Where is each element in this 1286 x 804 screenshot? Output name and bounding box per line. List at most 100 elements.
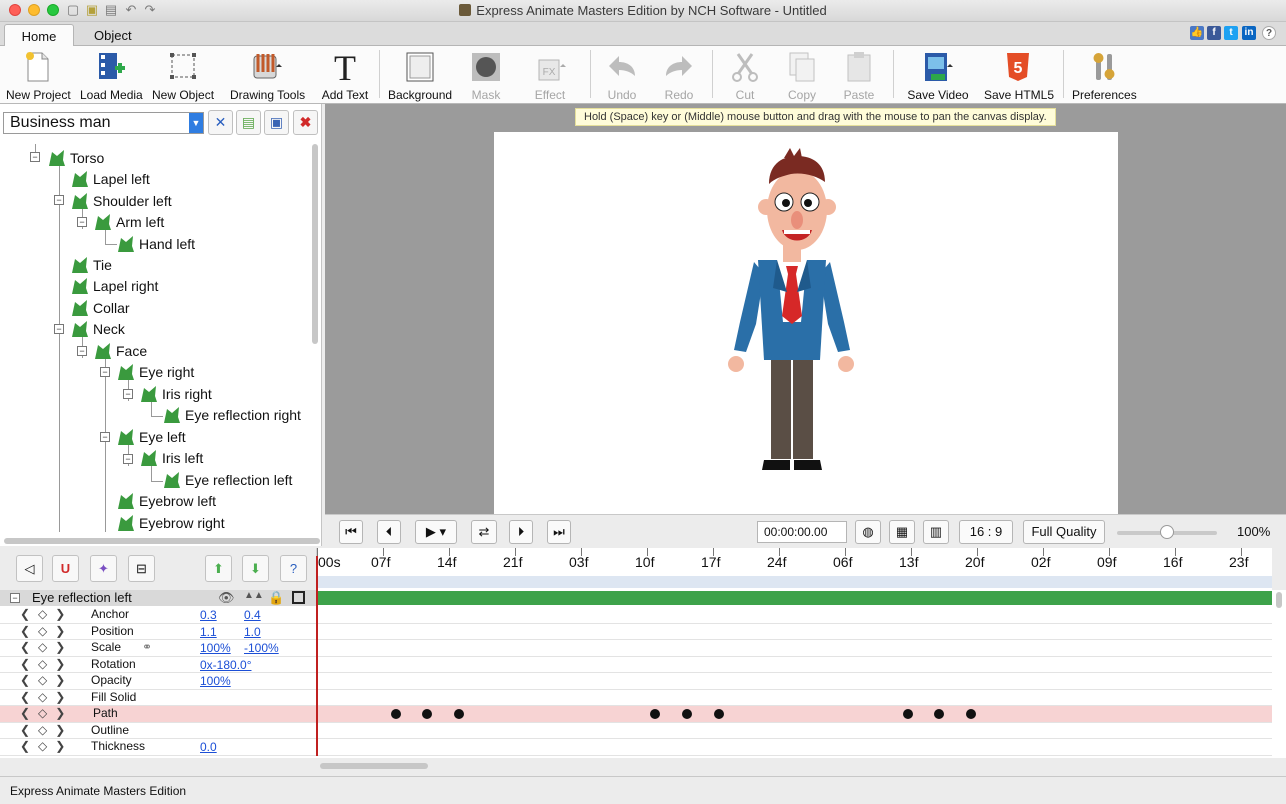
- business-man-character[interactable]: [494, 132, 1118, 514]
- tab-home[interactable]: Home: [4, 24, 74, 46]
- facebook-icon[interactable]: f: [1207, 26, 1221, 40]
- collapse-toggle[interactable]: −: [77, 217, 87, 227]
- keyframe-marker[interactable]: [422, 709, 432, 719]
- duplicate-part-button[interactable]: ▣: [264, 110, 289, 135]
- load-media-button[interactable]: Load Media: [80, 50, 143, 102]
- background-button[interactable]: Background: [388, 50, 452, 102]
- tree-item-eyebrow-left[interactable]: Eyebrow left: [117, 491, 216, 511]
- collapse-toggle[interactable]: −: [54, 324, 64, 334]
- add-text-button[interactable]: T Add Text: [320, 50, 370, 102]
- layer-track-bar[interactable]: [318, 591, 1272, 605]
- add-part-button[interactable]: ▤: [236, 110, 261, 135]
- property-row[interactable]: ❮◇❯ Position 1.1 1.0: [0, 624, 1272, 640]
- keyframe-marker[interactable]: [966, 709, 976, 719]
- safe-area-icon[interactable]: ▥: [923, 520, 949, 544]
- visibility-eye-icon[interactable]: 👁: [218, 590, 235, 606]
- current-time-field[interactable]: 00:00:00.00: [757, 521, 847, 543]
- layer-header[interactable]: − Eye reflection left 👁 ▲▲ 🔒: [0, 590, 316, 606]
- keyframe-navigation[interactable]: ❮◇❯: [20, 624, 73, 638]
- timeline-vertical-scrollbar[interactable]: [1276, 592, 1282, 608]
- property-value-2[interactable]: 0.4: [244, 608, 261, 622]
- property-row[interactable]: ❮◇❯ Path: [0, 706, 1272, 723]
- keyframe-marker[interactable]: [714, 709, 724, 719]
- lock-icon[interactable]: 🔒: [268, 590, 284, 606]
- property-value-1[interactable]: 100%: [200, 674, 231, 688]
- redo-button[interactable]: Redo: [657, 50, 701, 102]
- tree-item-iris-left[interactable]: Iris left: [140, 448, 203, 468]
- keyframe-navigation[interactable]: ❮◇❯: [20, 723, 73, 737]
- keyframe-marker[interactable]: [903, 709, 913, 719]
- new-project-button[interactable]: New Project: [6, 50, 71, 102]
- help-icon[interactable]: ?: [1262, 26, 1276, 40]
- tree-item-lapel-right[interactable]: Lapel right: [71, 276, 158, 296]
- tree-item-neck[interactable]: Neck: [71, 319, 125, 339]
- layer-options-icon[interactable]: [292, 591, 305, 604]
- tree-item-eye-left[interactable]: Eye left: [117, 427, 186, 447]
- property-value-1[interactable]: 0.0: [200, 740, 217, 754]
- collapse-toggle[interactable]: −: [100, 367, 110, 377]
- playhead[interactable]: [316, 556, 318, 756]
- quality-button[interactable]: Full Quality: [1023, 520, 1105, 544]
- property-row[interactable]: ❮◇❯ Outline: [0, 723, 1272, 739]
- effect-button[interactable]: FX Effect: [522, 50, 578, 102]
- property-value-2[interactable]: -100%: [244, 641, 279, 655]
- paste-button[interactable]: Paste: [837, 50, 881, 102]
- collapse-toggle[interactable]: −: [77, 346, 87, 356]
- tree-item-eye-reflection-left[interactable]: Eye reflection left: [163, 470, 292, 490]
- help-icon[interactable]: ?: [280, 555, 307, 582]
- property-row[interactable]: ❮◇❯ Fill Solid: [0, 690, 1272, 706]
- property-row[interactable]: ❮◇❯ Opacity 100%: [0, 673, 1272, 690]
- magnet-snap-icon[interactable]: U: [52, 555, 79, 582]
- play-button[interactable]: ▶ ▾: [415, 520, 457, 544]
- keyframe-marker[interactable]: [682, 709, 692, 719]
- motion-path-icon[interactable]: ✦: [90, 555, 117, 582]
- tree-item-eyebrow-right[interactable]: Eyebrow right: [117, 513, 225, 532]
- property-value-1[interactable]: 100%: [200, 641, 231, 655]
- move-up-icon[interactable]: ⬆: [205, 555, 232, 582]
- property-value-1[interactable]: 0x-180.0°: [200, 658, 252, 672]
- keyframe-marker[interactable]: [650, 709, 660, 719]
- tree-item-eye-right[interactable]: Eye right: [117, 362, 194, 382]
- drawing-tools-button[interactable]: Drawing Tools: [230, 50, 305, 102]
- go-to-start-button[interactable]: ⏮: [339, 520, 363, 544]
- grid-icon[interactable]: ▦: [889, 520, 915, 544]
- new-object-button[interactable]: New Object: [152, 50, 214, 102]
- cut-button[interactable]: Cut: [724, 50, 766, 102]
- collapse-toggle[interactable]: −: [10, 593, 20, 603]
- keyframe-tool-icon[interactable]: ⊟: [128, 555, 155, 582]
- undo-button[interactable]: Undo: [600, 50, 644, 102]
- copy-button[interactable]: Copy: [780, 50, 824, 102]
- keyframe-navigation[interactable]: ❮◇❯: [20, 706, 73, 720]
- tree-item-collar[interactable]: Collar: [71, 298, 130, 318]
- tree-item-face[interactable]: Face: [94, 341, 147, 361]
- tree-item-shoulder-left[interactable]: Shoulder left: [71, 191, 172, 211]
- like-icon[interactable]: 👍: [1190, 26, 1204, 40]
- canvas-area[interactable]: Hold (Space) key or (Middle) mouse butto…: [325, 104, 1286, 514]
- tree-item-torso[interactable]: Torso: [48, 148, 104, 168]
- keyframe-navigation[interactable]: ❮◇❯: [20, 690, 73, 704]
- collapse-toggle[interactable]: −: [123, 454, 133, 464]
- link-scale-icon[interactable]: ⚭: [142, 640, 152, 654]
- mask-button[interactable]: Mask: [464, 50, 508, 102]
- layer-settings-icon[interactable]: ▲▲: [244, 590, 264, 601]
- property-value-2[interactable]: 1.0: [244, 625, 261, 639]
- property-row[interactable]: ❮◇❯ Anchor 0.3 0.4: [0, 607, 1272, 624]
- tree-item-iris-right[interactable]: Iris right: [140, 384, 212, 404]
- keyframe-navigation[interactable]: ❮◇❯: [20, 657, 73, 671]
- zoom-slider[interactable]: [1117, 525, 1217, 539]
- canvas-stage[interactable]: [494, 132, 1118, 514]
- property-row[interactable]: ❮◇❯ Rotation 0x-180.0°: [0, 657, 1272, 673]
- next-frame-button[interactable]: ⏵: [509, 520, 533, 544]
- keyframe-navigation[interactable]: ❮◇❯: [20, 607, 73, 621]
- linkedin-icon[interactable]: in: [1242, 26, 1256, 40]
- keyframe-navigation[interactable]: ❮◇❯: [20, 739, 73, 753]
- tab-object[interactable]: Object: [82, 24, 144, 46]
- tree-horizontal-scrollbar[interactable]: [4, 538, 320, 544]
- object-select[interactable]: Business man ▼: [3, 112, 204, 134]
- property-value-1[interactable]: 1.1: [200, 625, 217, 639]
- keyframe-marker[interactable]: [934, 709, 944, 719]
- timeline-horizontal-scrollbar[interactable]: [320, 763, 428, 769]
- keyframe-marker[interactable]: [454, 709, 464, 719]
- tree-item-eye-reflection-right[interactable]: Eye reflection right: [163, 405, 301, 425]
- previous-frame-button[interactable]: ⏴: [377, 520, 401, 544]
